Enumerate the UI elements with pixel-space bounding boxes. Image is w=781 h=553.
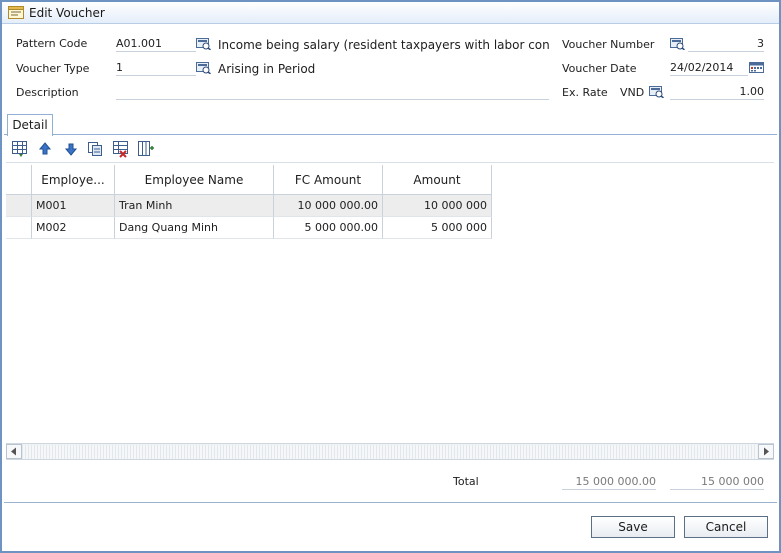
grid-toolbar xyxy=(6,135,774,163)
column-header-employee-name[interactable]: Employee Name xyxy=(115,165,274,195)
table-row[interactable]: M002 Dang Quang Minh 5 000 000.00 5 000 … xyxy=(6,217,492,239)
column-header-employee-code[interactable]: Employe... xyxy=(32,165,115,195)
voucher-date-field[interactable]: 24/02/2014 xyxy=(670,59,748,76)
tab-detail[interactable]: Detail xyxy=(7,114,53,136)
detail-grid: Employe... Employee Name FC Amount Amoun… xyxy=(6,165,774,443)
move-down-icon[interactable] xyxy=(62,140,80,158)
copy-row-icon[interactable] xyxy=(86,140,104,158)
voucher-date-value: 24/02/2014 xyxy=(670,61,734,74)
currency-code[interactable]: VND xyxy=(620,86,644,99)
description-field[interactable] xyxy=(116,83,549,100)
row-indicator[interactable] xyxy=(6,195,32,217)
cell-employee-name[interactable]: Tran Minh xyxy=(115,195,274,217)
lookup-icon[interactable] xyxy=(196,37,211,50)
title-bar: Edit Voucher xyxy=(2,2,779,24)
ex-rate-value: 1.00 xyxy=(739,85,765,98)
lookup-icon[interactable] xyxy=(196,61,211,74)
column-header-fc-amount[interactable]: FC Amount xyxy=(274,165,383,195)
move-up-icon[interactable] xyxy=(36,140,54,158)
total-fc-amount: 15 000 000.00 xyxy=(562,474,656,490)
cell-amount[interactable]: 5 000 000 xyxy=(383,217,492,239)
pattern-code-label: Pattern Code xyxy=(16,37,88,50)
voucher-number-label: Voucher Number xyxy=(562,38,655,51)
total-label: Total xyxy=(453,475,479,488)
column-header-amount[interactable]: Amount xyxy=(383,165,492,195)
pattern-code-field[interactable]: A01.001 xyxy=(116,35,196,52)
window-title: Edit Voucher xyxy=(29,6,105,20)
form-icon xyxy=(8,6,24,19)
pattern-code-description: Income being salary (resident taxpayers … xyxy=(218,38,550,52)
calendar-icon[interactable] xyxy=(749,62,764,73)
cell-fc-amount[interactable]: 5 000 000.00 xyxy=(274,217,383,239)
row-indicator-header xyxy=(6,165,32,195)
voucher-number-value: 3 xyxy=(757,37,764,50)
lookup-icon[interactable] xyxy=(670,37,685,50)
lookup-icon[interactable] xyxy=(649,85,664,98)
edit-voucher-window: Edit Voucher Pattern Code A01.001 Income… xyxy=(0,0,781,553)
row-indicator[interactable] xyxy=(6,217,32,239)
voucher-number-field[interactable]: 3 xyxy=(688,35,764,52)
save-button[interactable]: Save xyxy=(591,516,675,538)
cell-amount[interactable]: 10 000 000 xyxy=(383,195,492,217)
ex-rate-field[interactable]: 1.00 xyxy=(670,83,764,100)
description-label: Description xyxy=(16,86,79,99)
cell-employee-code[interactable]: M002 xyxy=(32,217,115,239)
tab-strip: Detail xyxy=(4,113,777,136)
cell-employee-name[interactable]: Dang Quang Minh xyxy=(115,217,274,239)
table-row[interactable]: M001 Tran Minh 10 000 000.00 10 000 000 xyxy=(6,195,492,217)
tab-detail-label: Detail xyxy=(12,118,48,132)
add-row-icon[interactable] xyxy=(11,140,29,158)
delete-row-icon[interactable] xyxy=(112,140,130,158)
scroll-left-icon[interactable] xyxy=(6,444,22,459)
voucher-type-field[interactable]: 1 xyxy=(116,59,196,76)
cell-fc-amount[interactable]: 10 000 000.00 xyxy=(274,195,383,217)
scroll-right-icon[interactable] xyxy=(758,444,774,459)
voucher-type-description: Arising in Period xyxy=(218,62,316,76)
scroll-thumb[interactable] xyxy=(22,445,757,459)
cell-employee-code[interactable]: M001 xyxy=(32,195,115,217)
voucher-type-label: Voucher Type xyxy=(16,62,90,75)
voucher-date-label: Voucher Date xyxy=(562,62,637,75)
columns-icon[interactable] xyxy=(137,140,155,158)
totals-bar: Total 15 000 000.00 15 000 000 xyxy=(4,461,777,503)
pattern-code-value: A01.001 xyxy=(116,37,163,50)
voucher-type-value: 1 xyxy=(116,61,123,74)
cancel-button[interactable]: Cancel xyxy=(684,516,768,538)
ex-rate-label: Ex. Rate xyxy=(562,86,608,99)
total-amount: 15 000 000 xyxy=(670,474,764,490)
horizontal-scrollbar[interactable] xyxy=(6,443,774,460)
